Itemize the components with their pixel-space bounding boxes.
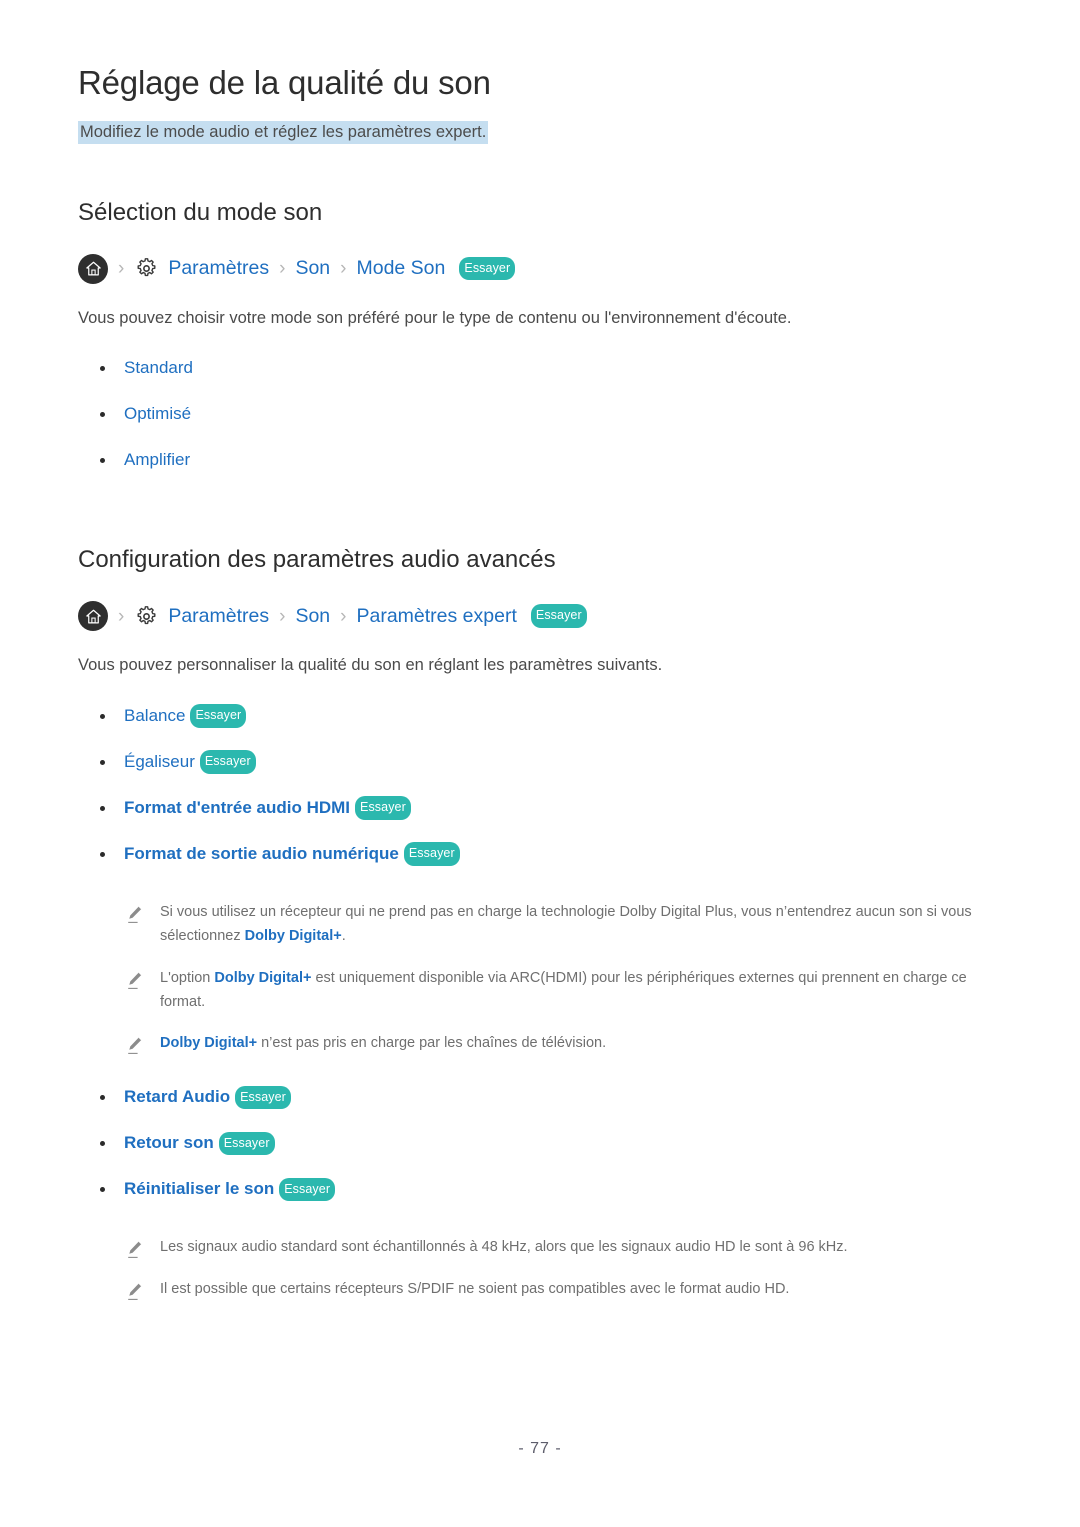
list-item[interactable]: Amplifier xyxy=(78,437,1002,483)
breadcrumb-separator: › xyxy=(279,605,286,627)
breadcrumb-item-parametres[interactable]: Paramètres xyxy=(168,257,269,280)
list-item[interactable]: Retard Audio Essayer xyxy=(78,1074,1002,1120)
breadcrumb-item-son[interactable]: Son xyxy=(295,605,330,628)
breadcrumb-item-mode-son[interactable]: Mode Son xyxy=(356,257,445,280)
list-item[interactable]: Réinitialiser le son Essayer xyxy=(78,1166,1002,1212)
note-row: Il est possible que certains récepteurs … xyxy=(78,1278,1002,1302)
expert-settings-list: Balance Essayer Égaliseur Essayer Format… xyxy=(78,693,1002,877)
list-item-label: Optimisé xyxy=(124,404,192,424)
section-2-intro: Vous pouvez personnaliser la qualité du … xyxy=(78,656,663,675)
breadcrumb-separator: › xyxy=(279,258,286,280)
note-text-part: L'option xyxy=(160,969,215,986)
breadcrumb-1: › Paramètres › Son › Mode Son Essayer xyxy=(78,253,1002,284)
note-text: Les signaux audio standard sont échantil… xyxy=(160,1239,848,1256)
note-text-part: . xyxy=(341,927,346,944)
essayer-badge[interactable]: Essayer xyxy=(279,1177,336,1202)
pencil-icon xyxy=(126,971,143,991)
essayer-badge[interactable]: Essayer xyxy=(218,1131,275,1156)
page-title: Réglage de la qualité du son xyxy=(78,64,491,101)
list-item-label: Réinitialiser le son xyxy=(124,1179,275,1199)
note-keyword: Dolby Digital+ xyxy=(160,1035,258,1052)
breadcrumb-item-parametres-expert[interactable]: Paramètres expert xyxy=(356,605,516,628)
list-item-label: Retard Audio xyxy=(124,1087,231,1107)
list-item[interactable]: Optimisé xyxy=(78,391,1002,437)
breadcrumb-item-son[interactable]: Son xyxy=(295,257,330,280)
note-row: Si vous utilisez un récepteur qui ne pre… xyxy=(78,901,1002,949)
list-item-label: Amplifier xyxy=(124,450,191,470)
essayer-badge[interactable]: Essayer xyxy=(459,256,516,281)
list-item[interactable]: Balance Essayer xyxy=(78,693,1002,739)
section-1-intro: Vous pouvez choisir votre mode son préfé… xyxy=(78,308,792,327)
sound-mode-list: Standard Optimisé Amplifier xyxy=(78,345,1002,483)
note-row: Les signaux audio standard sont échantil… xyxy=(78,1236,1002,1260)
breadcrumb-separator: › xyxy=(118,605,125,627)
page-number: - 77 - xyxy=(518,1440,562,1457)
list-item[interactable]: Retour son Essayer xyxy=(78,1120,1002,1166)
note-text: Il est possible que certains récepteurs … xyxy=(160,1281,790,1298)
essayer-badge[interactable]: Essayer xyxy=(530,604,587,628)
pencil-icon xyxy=(126,905,143,925)
pencil-icon xyxy=(126,1036,143,1056)
breadcrumb-separator: › xyxy=(118,258,125,280)
essayer-badge[interactable]: Essayer xyxy=(403,842,460,866)
expert-settings-list-2: Retard Audio Essayer Retour son Essayer … xyxy=(78,1074,1002,1212)
page-subtitle: Modifiez le mode audio et réglez les par… xyxy=(78,121,489,145)
section-heading-1: Sélection du mode son xyxy=(78,198,323,226)
home-icon[interactable] xyxy=(78,601,108,632)
list-item-label: Balance xyxy=(124,705,186,725)
note-text: L'option Dolby Digital+ est uniquement d… xyxy=(160,967,1002,1015)
section-heading-2: Configuration des paramètres audio avanc… xyxy=(78,546,556,574)
note-row: Dolby Digital+ n’est pas pris en charge … xyxy=(78,1032,1002,1056)
essayer-badge[interactable]: Essayer xyxy=(190,704,247,728)
list-item[interactable]: Format d'entrée audio HDMI Essayer xyxy=(78,785,1002,831)
breadcrumb-item-parametres[interactable]: Paramètres xyxy=(168,605,269,628)
breadcrumb-separator: › xyxy=(340,605,347,627)
home-icon[interactable] xyxy=(78,253,108,284)
note-text: Dolby Digital+ n’est pas pris en charge … xyxy=(160,1032,606,1056)
list-item-label: Standard xyxy=(124,358,193,378)
list-item-label: Format d'entrée audio HDMI xyxy=(124,797,351,817)
list-item-label: Format de sortie audio numérique xyxy=(124,843,399,863)
essayer-badge[interactable]: Essayer xyxy=(235,1085,291,1110)
note-text-part: n’est pas pris en charge par les chaînes… xyxy=(257,1035,607,1052)
document-page: Réglage de la qualité du son Modifiez le… xyxy=(0,0,1080,1527)
gear-icon[interactable] xyxy=(134,256,159,281)
page-subtitle-container: Modifiez le mode audio et réglez les par… xyxy=(78,119,1002,145)
essayer-badge[interactable]: Essayer xyxy=(199,750,256,774)
pencil-icon xyxy=(126,1240,143,1260)
list-item-label: Retour son xyxy=(124,1133,214,1153)
note-keyword: Dolby Digital+ xyxy=(214,969,312,986)
list-item[interactable]: Standard xyxy=(78,345,1002,391)
note-row: L'option Dolby Digital+ est uniquement d… xyxy=(78,967,1002,1015)
list-item[interactable]: Format de sortie audio numérique Essayer xyxy=(78,831,1002,877)
gear-icon[interactable] xyxy=(134,604,159,629)
note-keyword: Dolby Digital+ xyxy=(244,927,342,944)
list-item-label: Égaliseur xyxy=(124,751,195,771)
breadcrumb-2: › Paramètres › Son › Paramètres expert E… xyxy=(78,601,1002,632)
pencil-icon xyxy=(126,1282,143,1302)
list-item[interactable]: Égaliseur Essayer xyxy=(78,739,1002,785)
note-text: Si vous utilisez un récepteur qui ne pre… xyxy=(160,901,1002,949)
essayer-badge[interactable]: Essayer xyxy=(355,796,411,820)
breadcrumb-separator: › xyxy=(340,258,347,280)
